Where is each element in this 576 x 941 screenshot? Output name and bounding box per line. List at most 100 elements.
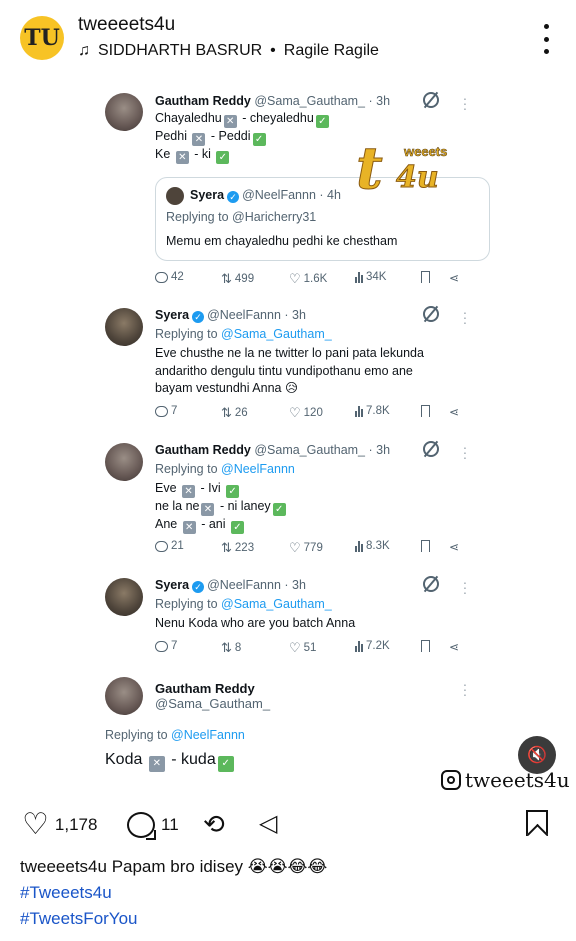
tweet-time: · 3h [368,94,391,108]
post-header: TU tweeeets4u ♫ SIDDHARTH BASRUR • Ragil… [0,0,576,80]
music-title: Ragile Ragile [283,42,379,59]
like-icon: ♡ [289,540,301,555]
tweet-more-icon: · · · [462,304,468,330]
check-mark-icon: ✓ [226,485,240,498]
tweet: Gautham Reddy @Sama_Gautham_ · · · Replying… [88,672,576,782]
tweet-more-icon: · · · [462,676,468,702]
reply-icon [155,405,168,417]
tweet-body: Chayaledhu ✕ - cheyaledhu ✓ Pedhi ✕ - Pedd… [155,110,331,164]
avatar [105,308,143,346]
caption-username[interactable]: tweeeets4u [20,857,107,876]
tweet-body: Eve ✕ - Ivi ✓ ne la ne ✕ - ni laney ✓ Ane … [155,480,288,534]
reply-context: Replying to @Sama_Gautham_ [155,597,332,611]
mute-icon [423,306,439,322]
heart-icon: ♡ [22,808,49,841]
quoted-reply-context: Replying to @Haricherry31 [166,210,317,224]
tweet: Gautham Reddy @Sama_Gautham_ · 3h · · · Ch… [88,80,576,290]
tweet-body: Koda ✕ - kuda ✓ [105,751,236,772]
tweet-header: Gautham Reddy @Sama_Gautham_ · 3h [155,443,391,457]
repost-icon: ⇅ [221,271,232,286]
cross-mark-icon: ✕ [182,521,196,534]
audio-attribution[interactable]: ♫ SIDDHARTH BASRUR • Ragile Ragile [78,42,379,60]
music-note-icon: ♫ [78,42,90,59]
mute-icon [423,92,439,108]
like-icon: ♡ [289,640,301,655]
tweet-actions: 7 ⇅ 8 ♡ 51 7.2K ⋖ [155,640,475,658]
profile-avatar[interactable]: TU [20,16,64,60]
tweet-header: Gautham Reddy @Sama_Gautham_ [155,681,271,711]
tweet-more-icon: · · · [462,90,468,116]
reply-icon [155,271,168,283]
reply-icon [155,640,168,652]
views-icon [355,271,363,283]
reply-icon [155,540,168,552]
share-icon: ⋖ [449,405,460,419]
comment-icon [127,812,156,840]
share-icon: ⋖ [449,271,460,285]
avatar [105,443,143,481]
repost-icon: ⇅ [221,405,232,420]
tweet-body: Nenu Koda who are you batch Anna [155,616,356,630]
music-artist: SIDDHARTH BASRUR [98,42,263,59]
post-caption: tweeeets4u Papam bro idisey 😭😭😂😂 [20,857,327,877]
share-icon: ⋖ [449,640,460,654]
avatar [105,578,143,616]
comment-button[interactable]: 11 [127,812,179,840]
verified-badge-icon: ✓ [227,191,240,203]
mute-icon [423,441,439,457]
views-icon [355,405,363,417]
profile-username[interactable]: tweeeets4u [78,14,175,36]
hashtag-link[interactable]: #TweetsForYou [20,909,138,929]
instagram-icon [441,770,461,790]
tweet-header: Syera ✓ @NeelFannn · 3h [155,578,306,593]
cross-mark-icon: ✕ [201,503,215,516]
send-icon: ◁ [259,810,278,837]
cross-mark-icon: ✕ [182,485,196,498]
tweet: Syera ✓ @NeelFannn · 3h · · · Replying to @S… [88,298,576,428]
check-mark-icon: ✓ [216,151,230,164]
more-options-icon[interactable] [536,24,556,54]
repost-icon: ⇅ [221,640,232,655]
tweet-more-icon: · · · [462,439,468,465]
like-count: 1,178 [54,815,98,834]
tweet-actions: 21 ⇅ 223 ♡ 779 8.3K ⋖ [155,540,475,558]
share-button[interactable]: ◁ [259,810,277,838]
cross-mark-icon: ✕ [148,756,165,772]
reply-context: Replying to @NeelFannn [155,462,295,476]
avatar [166,187,184,205]
repost-button[interactable]: ⟲ [203,810,225,838]
check-mark-icon: ✓ [315,115,329,128]
post-actions: ♡ 1,178 11 ⟲ ◁ [0,800,576,850]
bookmark-icon [421,271,430,283]
music-separator: • [270,42,276,59]
bookmark-icon [421,640,430,652]
repost-icon: ⇅ [221,540,232,555]
quoted-tweet-body: Memu em chayaledhu pedhi ke chestham [166,234,398,248]
mute-icon [423,576,439,592]
tweet-author-name: Gautham Reddy [155,94,251,108]
check-mark-icon: ✓ [230,521,244,534]
tweets4u-watermark-logo: t weeets 4u [356,134,448,202]
tweet-header: Syera ✓ @NeelFannn · 3h [155,308,306,323]
tweet-more-icon: · · · [462,574,468,600]
tweet-header: Gautham Reddy @Sama_Gautham_ · 3h [155,94,390,108]
save-bookmark-icon[interactable] [526,810,548,836]
avatar [105,93,143,131]
share-icon: ⋖ [449,540,460,554]
views-icon [355,640,363,652]
like-button[interactable]: ♡ 1,178 [22,810,97,840]
avatar [105,677,143,715]
tweet-body: Eve chusthe ne la ne twitter lo pani pat… [155,346,424,395]
bookmark-icon [421,540,430,552]
quoted-tweet-header: Syera ✓ @NeelFannn · 4h [190,188,341,203]
like-icon: ♡ [289,271,301,286]
post-media[interactable]: Gautham Reddy @Sama_Gautham_ · 3h · · · Ch… [88,80,576,800]
tweet-actions: 42 ⇅ 499 ♡ 1.6K 34K ⋖ [155,271,475,289]
check-mark-icon: ✓ [252,133,266,146]
tweet-handle: @Sama_Gautham_ [254,94,366,108]
check-mark-icon: ✓ [272,503,286,516]
like-icon: ♡ [289,405,301,420]
hashtag-link[interactable]: #Tweeets4u [20,883,112,903]
verified-badge-icon: ✓ [192,581,205,593]
tweet-actions: 7 ⇅ 26 ♡ 120 7.8K ⋖ [155,405,475,423]
